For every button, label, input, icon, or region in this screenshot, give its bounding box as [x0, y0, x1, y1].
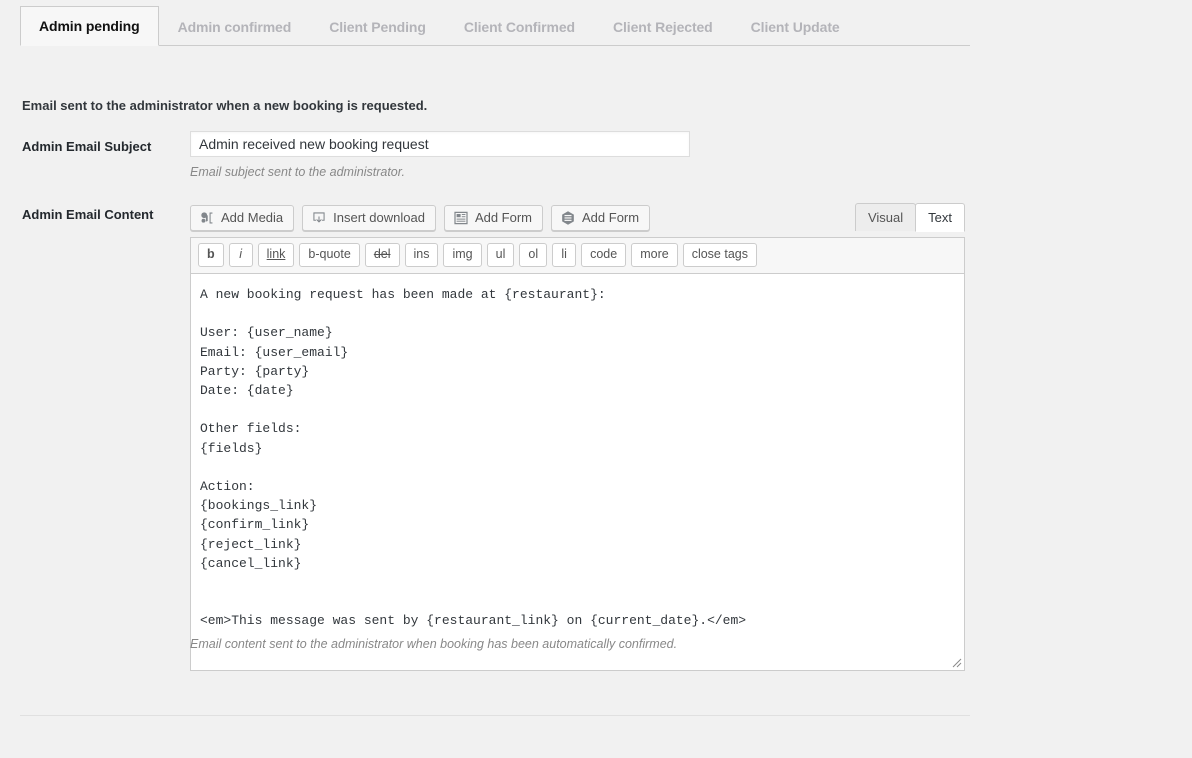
admin-email-subject-label: Admin Email Subject: [22, 139, 152, 154]
add-form-button-2[interactable]: Add Form: [443, 205, 544, 231]
media-button-label: Add Media: [221, 210, 284, 225]
tab-admin-pending[interactable]: Admin pending: [20, 6, 159, 46]
quicktag-li[interactable]: li: [552, 243, 577, 267]
tab-admin-confirmed[interactable]: Admin confirmed: [159, 7, 311, 46]
tab-client-confirmed[interactable]: Client Confirmed: [445, 7, 594, 46]
editor-mode-tabs: Visual Text: [854, 203, 965, 232]
admin-email-content-description: Email content sent to the administrator …: [190, 637, 678, 651]
quicktag-close-tags[interactable]: close tags: [682, 243, 757, 267]
panel-intro-text: Email sent to the administrator when a n…: [22, 98, 428, 113]
admin-pending-panel: Email sent to the administrator when a n…: [20, 46, 970, 716]
media-button-label: Add Form: [474, 210, 533, 225]
admin-email-subject-description: Email subject sent to the administrator.: [190, 165, 405, 179]
quicktag-ins[interactable]: ins: [404, 243, 439, 267]
wordpress-settings-page: Admin pending Admin confirmed Client Pendi…: [0, 0, 1192, 758]
quicktags-toolbar: b i link b-quote del ins img ul ol li code more clos…: [190, 237, 965, 273]
editor-media-bar: Add Media Insert download Add Form Add Form…: [190, 199, 965, 237]
media-button-group: Add Media Insert download Add Form Add Form: [190, 205, 651, 231]
form-grid-icon: [453, 210, 469, 226]
media-icon: [199, 210, 215, 226]
content-textarea-wrapper: [190, 273, 965, 671]
editor-mode-text[interactable]: Text: [915, 203, 965, 232]
quicktag-del[interactable]: del: [364, 243, 400, 267]
quicktag-code[interactable]: code: [581, 243, 627, 267]
quicktag-b[interactable]: b: [198, 243, 224, 267]
quicktag-link[interactable]: link: [257, 243, 295, 267]
media-button-label: Insert download: [333, 210, 425, 225]
admin-email-subject-input[interactable]: [190, 131, 690, 157]
media-button-label: Add Form: [582, 210, 640, 225]
admin-email-content-textarea[interactable]: [191, 274, 964, 670]
tab-client-pending[interactable]: Client Pending: [310, 7, 445, 46]
quicktag-img[interactable]: img: [443, 243, 482, 267]
form-hex-icon: [560, 210, 576, 226]
tab-client-update[interactable]: Client Update: [732, 7, 859, 46]
email-content-editor: Add Media Insert download Add Form Add Form…: [190, 199, 965, 671]
add-media-button-0[interactable]: Add Media: [190, 205, 295, 231]
insert-download-button-1[interactable]: Insert download: [302, 205, 436, 231]
download-icon: [311, 210, 327, 226]
quicktag-ol[interactable]: ol: [519, 243, 548, 267]
tab-client-rejected[interactable]: Client Rejected: [594, 7, 732, 46]
add-form-button-3[interactable]: Add Form: [551, 205, 651, 231]
editor-mode-visual[interactable]: Visual: [854, 203, 917, 231]
email-template-tabs: Admin pending Admin confirmed Client Pendi…: [20, 6, 970, 46]
quicktag-more[interactable]: more: [631, 243, 678, 267]
admin-email-content-label: Admin Email Content: [22, 207, 154, 222]
quicktag-ul[interactable]: ul: [486, 243, 515, 267]
quicktag-b-quote[interactable]: b-quote: [299, 243, 360, 267]
quicktag-i[interactable]: i: [228, 243, 253, 267]
